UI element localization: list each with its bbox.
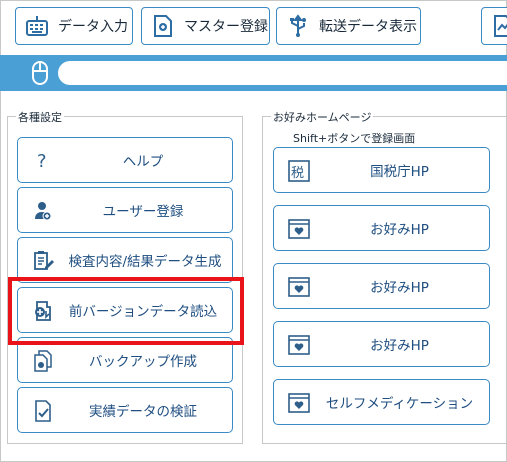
favorite-hp-button-2[interactable]: お好みHP — [273, 263, 490, 309]
favorite-hp-button-1[interactable]: お好みHP — [273, 205, 490, 251]
nta-hp-label: 国税庁HP — [370, 164, 429, 180]
inspection-data-label: 検査内容/結果データ生成 — [68, 254, 222, 270]
verify-data-button[interactable]: 実績データの検証 — [17, 387, 233, 433]
settings-group-title: 各種設定 — [16, 109, 64, 125]
svg-text:税: 税 — [291, 166, 304, 181]
mouse-icon — [30, 59, 50, 87]
master-register-label: マスター登録 — [184, 19, 268, 35]
favorite-hp-button-3[interactable]: お好みHP — [273, 321, 490, 367]
transfer-display-button[interactable]: 転送データ表示 — [276, 7, 421, 45]
backup-icon — [32, 349, 54, 373]
browser-heart-icon — [288, 217, 310, 241]
help-label: ヘルプ — [122, 154, 164, 170]
self-medication-label: セルフメディケーション — [325, 396, 474, 412]
svg-text:?: ? — [37, 151, 47, 172]
chart-icon — [490, 13, 507, 39]
favorite-hp-label-2: お好みHP — [370, 280, 429, 296]
nta-hp-button[interactable]: 税 国税庁HP — [273, 147, 490, 193]
favorites-group-title: お好みホームページ — [271, 109, 374, 125]
backup-label: バックアップ作成 — [89, 354, 197, 370]
user-register-label: ユーザー登録 — [102, 204, 184, 220]
verify-icon — [32, 399, 54, 423]
browser-heart-icon — [288, 391, 310, 415]
tax-icon: 税 — [288, 159, 310, 183]
help-button[interactable]: ? ヘルプ — [17, 137, 233, 183]
user-icon — [32, 199, 54, 223]
extra-toolbar-button[interactable] — [481, 7, 507, 45]
data-input-button[interactable]: データ入力 — [15, 7, 133, 45]
keyboard-icon — [24, 13, 50, 39]
master-register-button[interactable]: マスター登録 — [141, 7, 270, 45]
highlight-box — [8, 277, 244, 345]
data-input-label: データ入力 — [58, 19, 128, 35]
usb-icon — [285, 13, 311, 39]
favorite-hp-label-3: お好みHP — [370, 338, 429, 354]
help-icon: ? — [32, 149, 54, 173]
verify-data-label: 実績データの検証 — [89, 404, 197, 420]
user-register-button[interactable]: ユーザー登録 — [17, 187, 233, 233]
favorite-hp-label-1: お好みHP — [370, 222, 429, 238]
self-medication-button[interactable]: セルフメディケーション — [273, 379, 490, 425]
shift-hint: Shift+ボタンで登録画面 — [293, 132, 416, 145]
browser-heart-icon — [288, 275, 310, 299]
search-input[interactable] — [58, 61, 507, 85]
master-icon — [150, 13, 176, 39]
transfer-display-label: 転送データ表示 — [319, 19, 417, 35]
browser-heart-icon — [288, 333, 310, 357]
document-edit-icon — [32, 249, 54, 273]
